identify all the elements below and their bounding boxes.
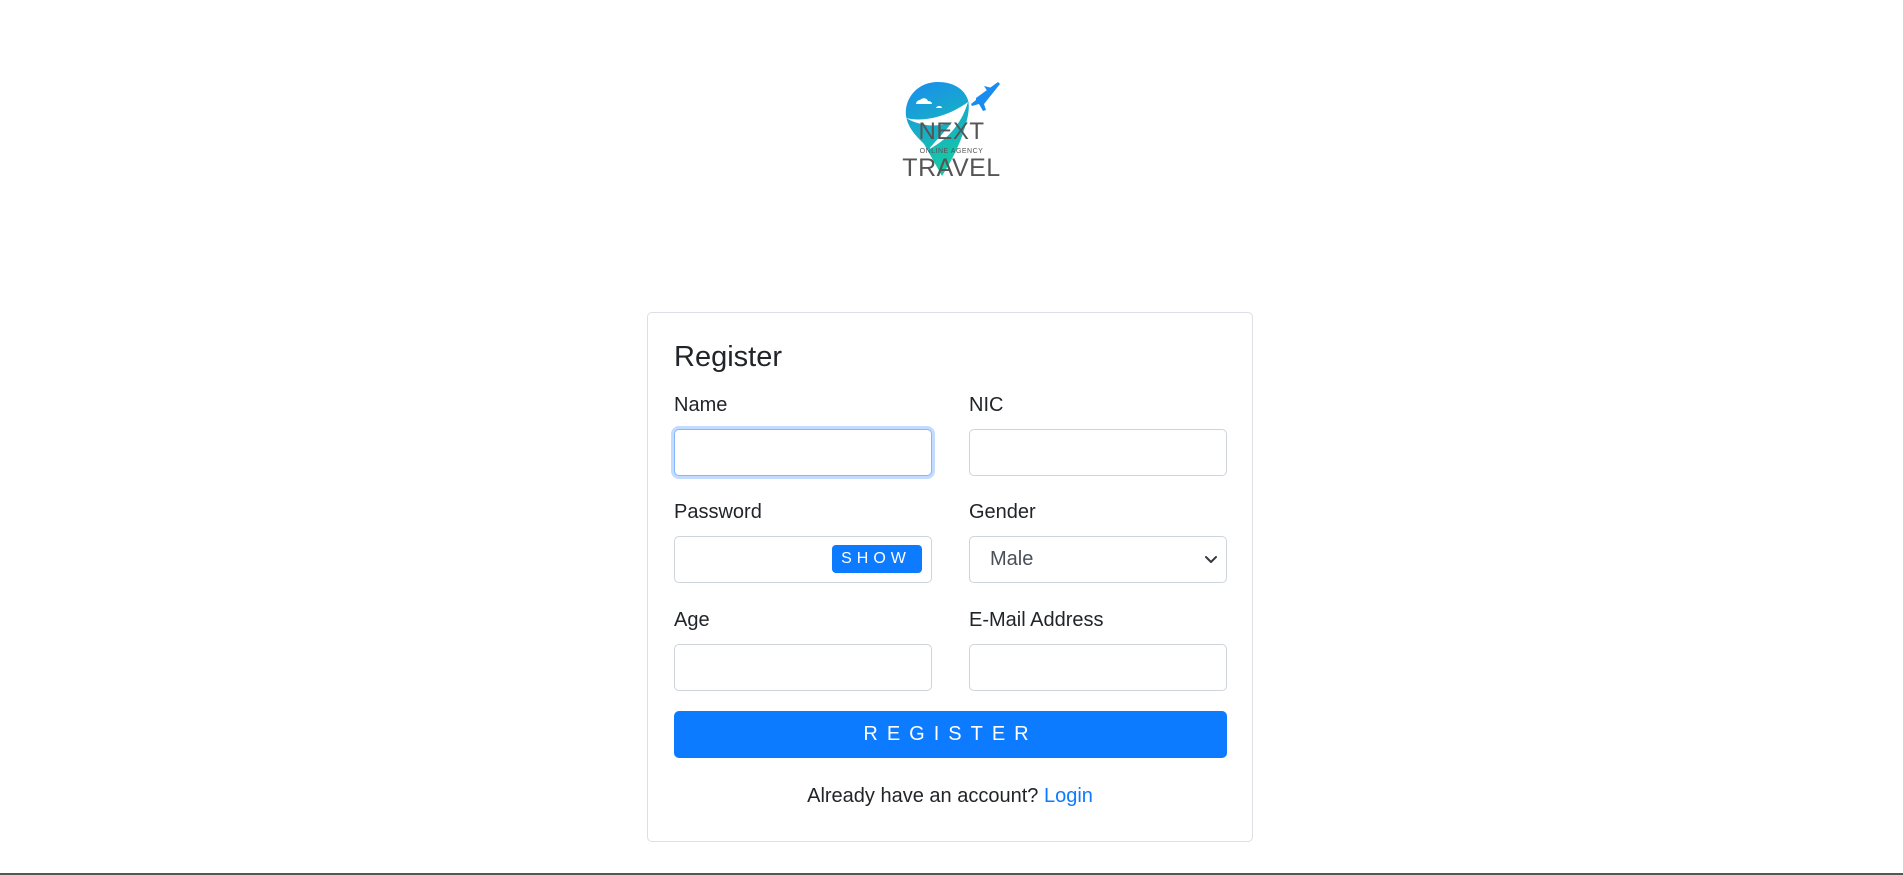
password-field-group: SHOW	[674, 536, 932, 583]
show-password-button[interactable]: SHOW	[832, 545, 922, 573]
password-label: Password	[674, 501, 762, 523]
login-link[interactable]: Login	[1044, 785, 1093, 807]
email-label: E-Mail Address	[969, 609, 1104, 631]
gender-label: Gender	[969, 501, 1036, 523]
email-input[interactable]	[969, 644, 1227, 691]
login-prompt: Already have an account? Login	[648, 785, 1252, 808]
name-input[interactable]	[674, 429, 932, 476]
name-label: Name	[674, 394, 728, 416]
age-input[interactable]	[674, 644, 932, 691]
login-prompt-text: Already have an account?	[807, 785, 1039, 807]
nic-input[interactable]	[969, 429, 1227, 476]
gender-select[interactable]: Male	[969, 536, 1227, 583]
chevron-down-icon	[1205, 556, 1217, 563]
brand-name-next: NEXT	[918, 118, 985, 145]
gender-selected-value: Male	[990, 548, 1034, 570]
brand-name-travel: TRAVEL	[902, 154, 1001, 182]
form-title: Register	[674, 341, 782, 373]
age-label: Age	[674, 609, 710, 631]
register-card: Register Name NIC Password SHOW Gender M…	[647, 312, 1253, 842]
register-button[interactable]: REGISTER	[674, 711, 1227, 758]
nic-label: NIC	[969, 394, 1004, 416]
